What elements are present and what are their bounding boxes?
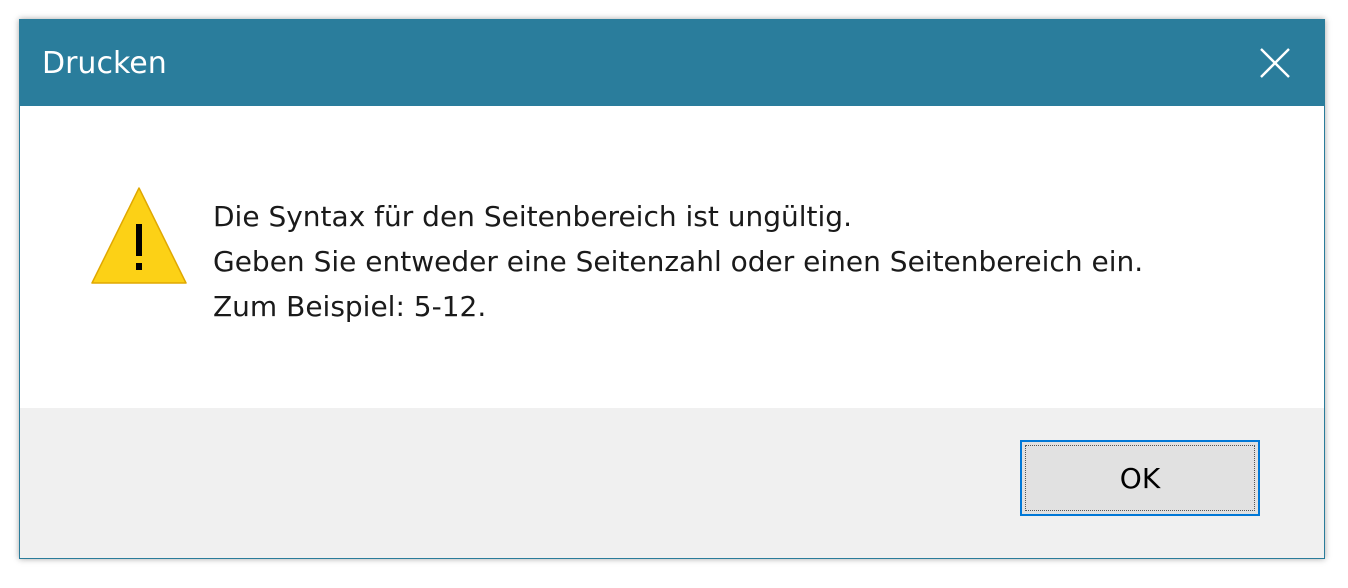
message-line: Die Syntax für den Seitenbereich ist ung… bbox=[213, 200, 852, 233]
print-error-dialog: Drucken Die Syntax für den Seitenbereich… bbox=[19, 19, 1325, 559]
error-message: Die Syntax für den Seitenbereich ist ung… bbox=[213, 194, 1143, 329]
button-bar: OK bbox=[20, 408, 1324, 558]
title-bar: Drucken bbox=[20, 20, 1324, 106]
dialog-content: Die Syntax für den Seitenbereich ist ung… bbox=[20, 106, 1324, 408]
close-button[interactable] bbox=[1226, 20, 1324, 106]
ok-button[interactable]: OK bbox=[1020, 440, 1260, 516]
window-title: Drucken bbox=[42, 46, 167, 81]
close-icon bbox=[1260, 48, 1290, 78]
message-line: Zum Beispiel: 5-12. bbox=[213, 290, 487, 323]
message-line: Geben Sie entweder eine Seitenzahl oder … bbox=[213, 245, 1144, 278]
warning-icon bbox=[91, 187, 187, 284]
ok-button-label: OK bbox=[1119, 461, 1161, 495]
